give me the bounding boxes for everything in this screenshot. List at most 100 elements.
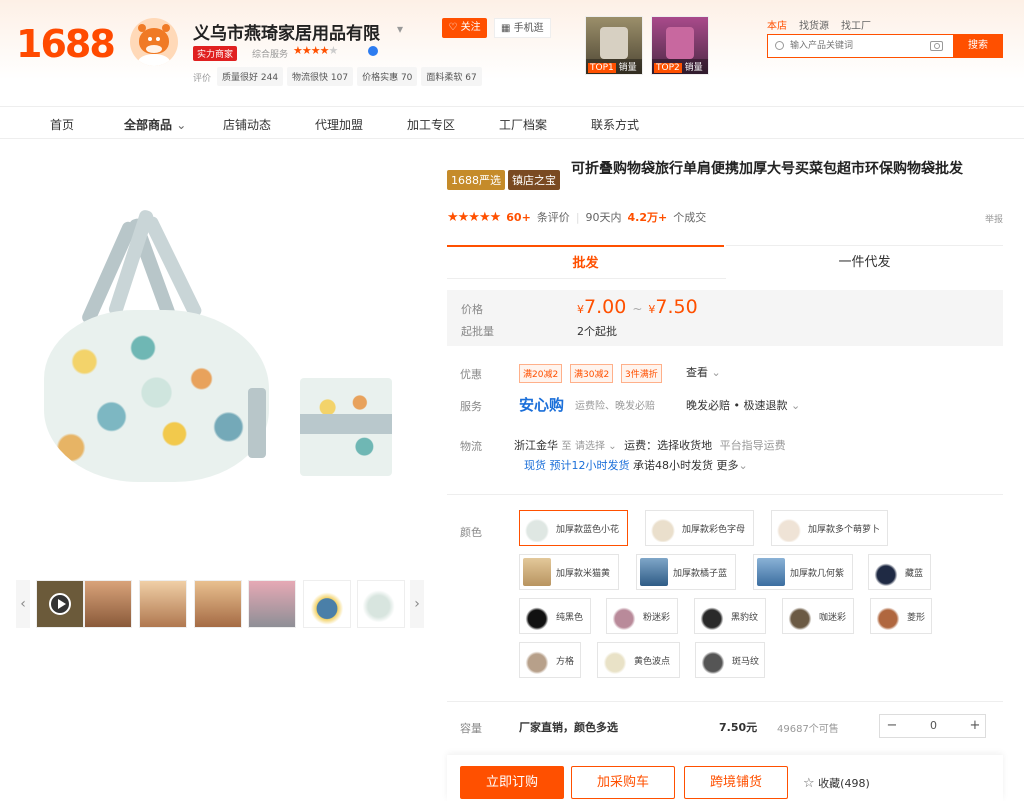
main-product-image[interactable] [16, 178, 422, 514]
thumbnail[interactable] [248, 580, 296, 628]
add-cart-button[interactable]: 加采购车 [571, 766, 675, 799]
eval-metrics: 质量很好 244 物流很快 107 价格实惠 70 面料柔软 67 [217, 67, 482, 86]
nav-agency[interactable]: 代理加盟 [315, 116, 363, 133]
plus-button[interactable]: + [963, 715, 987, 737]
nav-all-products[interactable]: 全部商品 ⌄ [124, 116, 186, 133]
sku-option[interactable]: 黄色波点 [597, 642, 680, 678]
coupon-tag[interactable]: 3件满折 [621, 364, 662, 383]
destination-select[interactable]: 请选择 ⌄ [575, 441, 617, 452]
nav-processing[interactable]: 加工专区 [407, 116, 455, 133]
follow-button[interactable]: ♡ 关注 [442, 18, 487, 38]
sku-option[interactable]: 加厚款米猫黄 [519, 554, 619, 590]
chevron-down-icon: ⌄ [790, 399, 801, 412]
logistics-label: 物流 [460, 440, 482, 453]
search-icon [775, 41, 784, 50]
search-input[interactable] [768, 35, 918, 57]
tab-wholesale[interactable]: 批发 [447, 245, 724, 279]
sku-option[interactable]: 加厚款多个萌萝卜 [771, 510, 888, 546]
anxin-logo: 安心购 [519, 396, 565, 414]
shop-avatar[interactable] [130, 18, 178, 66]
buy-now-button[interactable]: 立即订购 [460, 766, 564, 799]
rating-count[interactable]: 60+ [506, 211, 531, 224]
treasure-tag: 镇店之宝 [508, 170, 560, 190]
thumbnail[interactable] [357, 580, 405, 628]
thumbnail[interactable] [139, 580, 187, 628]
report-link[interactable]: 举报 [985, 212, 1003, 225]
site-logo[interactable]: 1688 [16, 22, 116, 66]
sales-prefix: 90天内 [585, 211, 622, 224]
top-product-2[interactable]: TOP2 销量 [651, 16, 709, 75]
shop-nav: 首页 全部商品 ⌄ 店铺动态 代理加盟 加工专区 工厂档案 联系方式 [0, 106, 1024, 139]
search-tab-source[interactable]: 找货源 [799, 17, 829, 32]
thumbnail[interactable] [84, 580, 132, 628]
nav-news[interactable]: 店铺动态 [223, 116, 271, 133]
sku-option[interactable]: 咖迷彩 [782, 598, 854, 634]
sku-option[interactable]: 粉迷彩 [606, 598, 678, 634]
sku-option[interactable]: 黑豹纹 [694, 598, 766, 634]
search-button[interactable]: 搜索 [953, 34, 1003, 58]
metric-tag: 面料柔软 67 [421, 67, 482, 86]
thumbnail[interactable] [194, 580, 242, 628]
metric-tag: 质量很好 244 [217, 67, 284, 86]
logistics-origin: 浙江金华 [514, 439, 558, 452]
top-rank: TOP2 [654, 63, 682, 73]
sku-image [775, 514, 803, 542]
currency: ¥ [577, 303, 584, 316]
ship-promise: 承诺48小时发货 [633, 459, 713, 472]
top-product-1[interactable]: TOP1 销量 [585, 16, 643, 75]
merchant-badge: 实力商家 [193, 46, 238, 61]
chevron-down-icon: ⌄ [711, 366, 721, 379]
sku-name: 加厚款多个萌萝卜 [808, 525, 881, 535]
service-extra-button[interactable]: 晚发必赔 • 极速退款 ⌄ [686, 397, 800, 413]
quantity-stepper: − 0 + [879, 714, 986, 738]
bag-body [44, 310, 269, 482]
chevron-right-icon[interactable]: › [410, 580, 424, 628]
price-high: 7.50 [655, 296, 698, 318]
sku-option[interactable]: 斑马纹 [695, 642, 765, 678]
nav-factory[interactable]: 工厂档案 [499, 116, 547, 133]
favorite-button[interactable]: ☆ 收藏(498) [803, 775, 870, 791]
sku-option[interactable]: 藏蓝 [868, 554, 931, 590]
thumbnail-video[interactable] [36, 580, 84, 628]
chevron-left-icon[interactable]: ‹ [16, 580, 30, 628]
sku-name: 加厚款几何紫 [790, 569, 845, 579]
coupon-tag[interactable]: 满30减2 [570, 364, 614, 383]
tab-dropship[interactable]: 一件代发 [726, 245, 1003, 279]
nav-home[interactable]: 首页 [50, 116, 74, 133]
search-scope-tabs: 本店 找货源 找工厂 [767, 17, 871, 32]
minus-button[interactable]: − [880, 715, 904, 737]
shop-name[interactable]: 义乌市燕琦家居用品有限 [193, 19, 380, 44]
sku-option[interactable]: 加厚款蓝色小花 [519, 510, 628, 546]
quantity-input[interactable]: 0 [904, 715, 963, 737]
capacity-desc: 厂家直销，颜色多选 [519, 721, 618, 734]
product-title: 可折叠购物袋旅行单肩便携加厚大号买菜包超市环保购物袋批发 [571, 161, 963, 177]
sku-image [601, 646, 629, 674]
mobile-button[interactable]: ▦ 手机逛 [494, 18, 551, 38]
platform-fee[interactable]: 平台指导运费 [720, 439, 786, 452]
camera-icon[interactable] [930, 41, 943, 51]
promo-view-button[interactable]: 查看 ⌄ [686, 364, 721, 380]
cross-border-button[interactable]: 跨境铺货 [684, 766, 788, 799]
service-stars: ★★★★★ [293, 44, 338, 57]
eval-label: 评价 [193, 74, 212, 84]
verified-icon [368, 46, 378, 56]
more-button[interactable]: 更多⌄ [717, 459, 748, 472]
sku-option[interactable]: 加厚款彩色字母 [645, 510, 754, 546]
thumbnail-strip: ‹ › [16, 580, 424, 628]
thumbnail[interactable] [303, 580, 351, 628]
destination-label: 请选择 [575, 441, 605, 452]
sku-option[interactable]: 加厚款几何紫 [753, 554, 853, 590]
sku-option[interactable]: 纯黑色 [519, 598, 591, 634]
capacity-label: 容量 [460, 722, 482, 735]
sales-suffix: 个成交 [673, 211, 707, 224]
search-tab-factory[interactable]: 找工厂 [841, 17, 871, 32]
search-tab-shop[interactable]: 本店 [767, 17, 787, 32]
sku-option[interactable]: 方格 [519, 642, 581, 678]
chevron-down-icon[interactable]: ▾ [397, 22, 403, 36]
coupon-tag[interactable]: 满20减2 [519, 364, 563, 383]
nav-contact[interactable]: 联系方式 [591, 116, 639, 133]
capacity-price: 7.50元 [719, 721, 758, 734]
sku-option[interactable]: 加厚款橘子蓝 [636, 554, 736, 590]
sku-option[interactable]: 菱形 [870, 598, 932, 634]
promo-label: 优惠 [460, 368, 482, 381]
